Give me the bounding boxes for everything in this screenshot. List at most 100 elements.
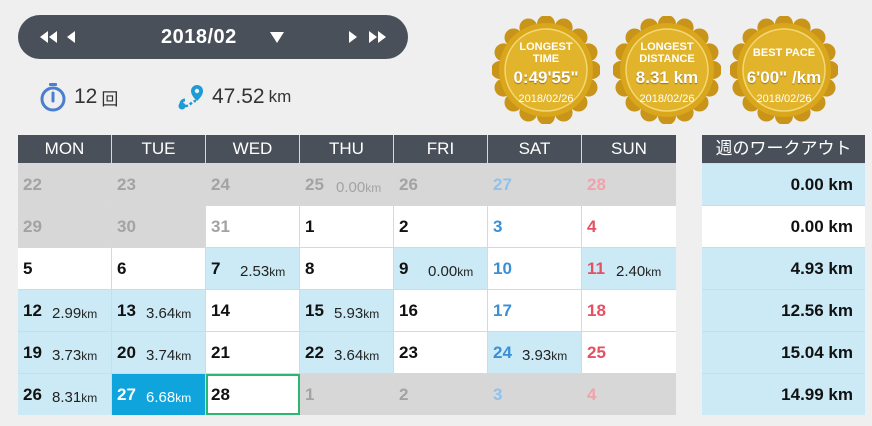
calendar-day[interactable]: 1 [300, 206, 394, 247]
calendar-day[interactable]: 28 [206, 374, 300, 415]
current-month-label: 2018/02 [161, 26, 237, 48]
calendar-day[interactable]: 3 [488, 206, 582, 247]
calendar-day[interactable]: 3 [488, 374, 582, 415]
badge-title: BEST PACE [752, 47, 816, 59]
calendar-day[interactable]: 4 [582, 374, 676, 415]
day-number: 4 [587, 385, 597, 404]
calendar-day[interactable]: 17 [488, 290, 582, 331]
badge-value: 0:49'55" [513, 68, 579, 87]
badge-title: LONGEST TIME [519, 41, 573, 65]
badge-title: LONGEST DISTANCE [639, 41, 695, 65]
weekly-workout-title: 週のワークアウト [702, 135, 865, 163]
day-number: 28 [587, 175, 606, 194]
calendar-day[interactable]: 12 2.99km [18, 290, 112, 331]
day-number: 12 [23, 301, 42, 320]
next-year-button[interactable] [366, 15, 388, 59]
calendar-day[interactable]: 25 0.00km [300, 164, 394, 205]
day-number: 27 [493, 175, 512, 194]
weekly-total: 0.00 km [702, 163, 865, 205]
day-distance: 5.93km [334, 305, 380, 322]
calendar-day[interactable]: 2 [394, 206, 488, 247]
left-arrow-icon [67, 31, 75, 43]
calendar-day[interactable]: 26 8.31km [18, 374, 112, 415]
calendar-day[interactable]: 14 [206, 290, 300, 331]
day-distance: 3.73km [52, 347, 98, 364]
weekday-mon: MON [18, 135, 112, 163]
calendar-day[interactable]: 25 [582, 332, 676, 373]
month-calendar: MON TUE WED THU FRI SAT SUN 22 23 24 25 0.00… [18, 135, 676, 415]
double-right-arrow-icon [369, 31, 386, 43]
badge-value: 8.31 km [635, 68, 699, 87]
calendar-week-row: 12 2.99km 13 3.64km 14 15 5.93km 16 17 18 [18, 289, 676, 331]
calendar-day[interactable]: 7 2.53km [206, 248, 300, 289]
calendar-day[interactable]: 29 [18, 206, 112, 247]
calendar-day[interactable]: 15 5.93km [300, 290, 394, 331]
best-pace-badge: BEST PACE 6'00" /km 2018/02/26 [730, 16, 838, 124]
badge-date: 2018/02/26 [756, 93, 812, 105]
weekly-total: 14.99 km [702, 373, 865, 415]
day-distance: 2.53km [240, 263, 286, 280]
calendar-day[interactable]: 20 3.74km [112, 332, 206, 373]
calendar-day[interactable]: 31 [206, 206, 300, 247]
day-number: 22 [23, 175, 42, 194]
total-distance-value: 47.52 [212, 85, 265, 108]
day-number: 28 [211, 385, 230, 404]
calendar-day[interactable]: 23 [394, 332, 488, 373]
weekday-thu: THU [300, 135, 394, 163]
route-pin-icon [178, 85, 203, 110]
day-distance: 3.64km [334, 347, 380, 364]
calendar-day[interactable]: 28 [582, 164, 676, 205]
calendar-day[interactable]: 21 [206, 332, 300, 373]
calendar-day[interactable]: 10 [488, 248, 582, 289]
day-number: 25 [587, 343, 606, 362]
calendar-day[interactable]: 18 [582, 290, 676, 331]
calendar-day[interactable]: 19 3.73km [18, 332, 112, 373]
calendar-day[interactable]: 2 [394, 374, 488, 415]
workout-count-stat: 12 回 [38, 82, 118, 112]
day-number: 23 [399, 343, 418, 362]
stopwatch-icon [40, 83, 66, 112]
weekday-wed: WED [206, 135, 300, 163]
day-number: 16 [399, 301, 418, 320]
month-dropdown-button[interactable] [268, 29, 286, 45]
day-number: 5 [23, 259, 33, 278]
calendar-day[interactable]: 27 [488, 164, 582, 205]
calendar-day[interactable]: 11 2.40km [582, 248, 676, 289]
calendar-day[interactable]: 22 [18, 164, 112, 205]
longest-time-badge: LONGEST TIME 0:49'55" 2018/02/26 [492, 16, 600, 124]
day-distance: 6.68km [146, 389, 192, 406]
day-number: 14 [211, 301, 230, 320]
calendar-day[interactable]: 16 [394, 290, 488, 331]
day-number: 27 [117, 385, 136, 404]
day-number: 6 [117, 259, 127, 278]
calendar-weeks: 22 23 24 25 0.00km 26 27 28 29 30 31 1 2 3 4 5 6 7 2.53km 8… [18, 163, 676, 415]
calendar-day[interactable]: 24 3.93km [488, 332, 582, 373]
month-navigator: 2018/02 [18, 15, 408, 59]
calendar-day[interactable]: 5 [18, 248, 112, 289]
day-number: 26 [23, 385, 42, 404]
next-month-button[interactable] [346, 15, 360, 59]
calendar-day[interactable]: 30 [112, 206, 206, 247]
day-distance: 2.99km [52, 305, 98, 322]
calendar-day[interactable]: 22 3.64km [300, 332, 394, 373]
calendar-day[interactable]: 6 [112, 248, 206, 289]
prev-month-button[interactable] [64, 15, 78, 59]
calendar-week-row: 29 30 31 1 2 3 4 [18, 205, 676, 247]
day-number: 3 [493, 385, 503, 404]
calendar-day[interactable]: 9 0.00km [394, 248, 488, 289]
day-number: 10 [493, 259, 512, 278]
calendar-day[interactable]: 27 6.68km [112, 374, 206, 415]
calendar-day[interactable]: 23 [112, 164, 206, 205]
calendar-day[interactable]: 24 [206, 164, 300, 205]
calendar-day[interactable]: 8 [300, 248, 394, 289]
calendar-day[interactable]: 26 [394, 164, 488, 205]
day-number: 3 [493, 217, 503, 236]
weekly-total: 12.56 km [702, 289, 865, 331]
longest-distance-badge: LONGEST DISTANCE 8.31 km 2018/02/26 [613, 16, 721, 124]
calendar-day[interactable]: 1 [300, 374, 394, 415]
calendar-day[interactable]: 13 3.64km [112, 290, 206, 331]
day-number: 7 [211, 259, 221, 278]
prev-year-button[interactable] [38, 15, 60, 59]
calendar-day[interactable]: 4 [582, 206, 676, 247]
badge-date: 2018/02/26 [639, 93, 695, 105]
